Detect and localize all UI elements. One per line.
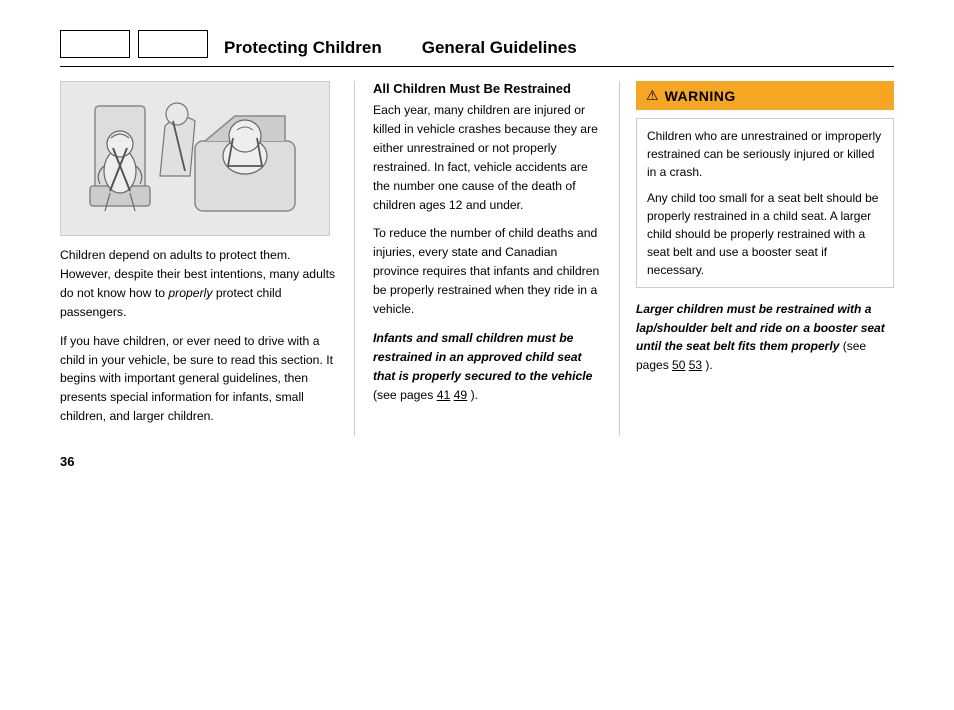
header-title-protecting: Protecting Children [224,38,382,58]
middle-section-title: All Children Must Be Restrained [373,81,605,96]
middle-para-3: Infants and small children must be restr… [373,329,605,405]
header-area: Protecting Children General Guidelines [60,30,894,58]
warning-header: ⚠ WARNING [636,81,894,110]
middle-para-2: To reduce the number of child deaths and… [373,224,605,319]
left-para-2: If you have children, or ever need to dr… [60,332,336,427]
left-body-text: Children depend on adults to protect the… [60,246,336,426]
warning-para-2: Any child too small for a seat belt shou… [647,189,883,279]
warning-box-container: ⚠ WARNING Children who are unrestrained … [636,81,894,288]
header-box-1 [60,30,130,58]
middle-para-1: Each year, many children are injured or … [373,101,605,214]
warning-content-box: Children who are unrestrained or imprope… [636,118,894,288]
warning-para-1: Children who are unrestrained or imprope… [647,127,883,181]
main-content: Children depend on adults to protect the… [60,81,894,436]
right-bottom-para: Larger children must be restrained with … [636,300,894,374]
middle-body-text: Each year, many children are injured or … [373,101,605,405]
warning-title-text: WARNING [665,88,736,104]
left-column: Children depend on adults to protect the… [60,81,355,436]
header-titles: Protecting Children General Guidelines [224,38,577,58]
right-bottom-text: Larger children must be restrained with … [636,300,894,374]
header-divider [60,66,894,67]
car-illustration [60,81,330,236]
middle-column: All Children Must Be Restrained Each yea… [355,81,620,436]
page-number: 36 [60,454,894,469]
header-title-general: General Guidelines [422,38,577,58]
car-svg [65,86,325,231]
page-container: Protecting Children General Guidelines [0,0,954,710]
right-column: ⚠ WARNING Children who are unrestrained … [620,81,894,436]
header-boxes [60,30,208,58]
warning-triangle-icon: ⚠ [646,87,659,104]
header-box-2 [138,30,208,58]
left-para-1: Children depend on adults to protect the… [60,246,336,322]
